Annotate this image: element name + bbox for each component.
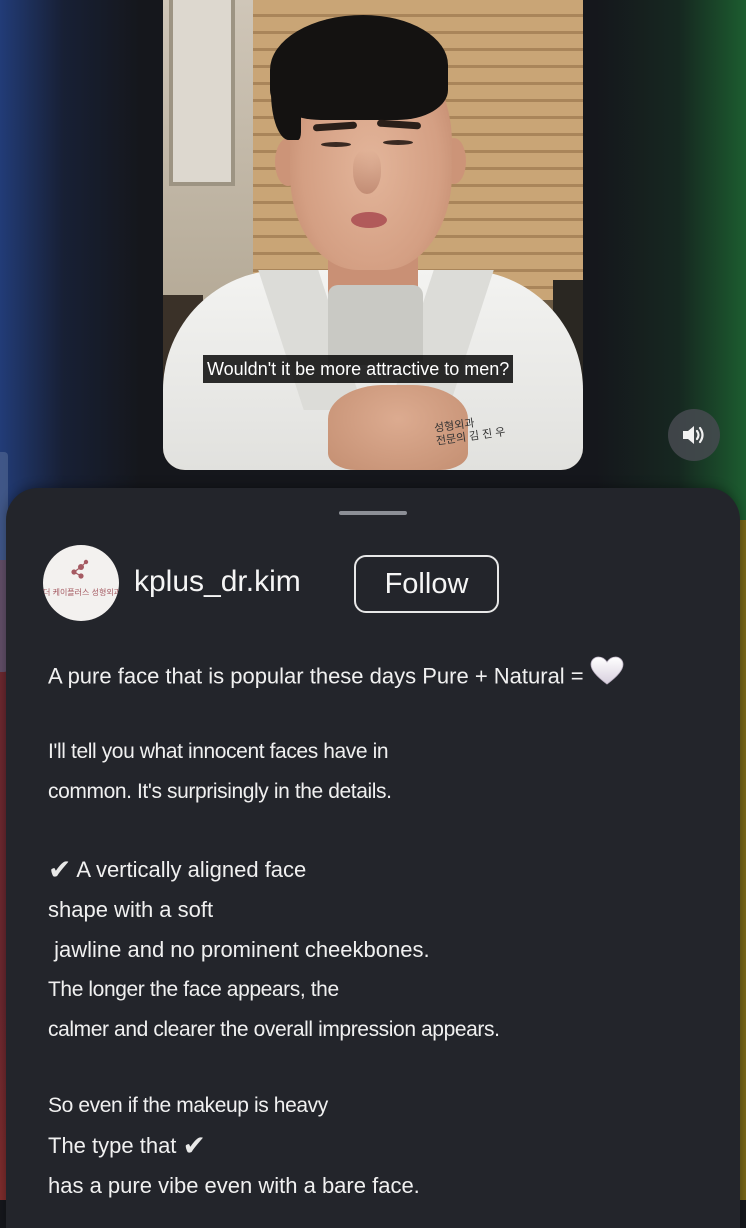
check-mark-icon: ✔ <box>48 854 72 885</box>
volume-icon <box>683 426 704 444</box>
caption-line: has a pure vibe even with a bare face. <box>48 1173 420 1198</box>
caption-line: ✔ A vertically aligned face <box>48 850 688 890</box>
white-heart-icon <box>590 656 624 699</box>
post-caption: A pure face that is popular these days P… <box>48 656 688 1206</box>
ambient-glow-blue <box>0 0 140 560</box>
caption-line: The type that ✔ <box>48 1126 688 1166</box>
sound-toggle-button[interactable] <box>668 409 720 461</box>
username[interactable]: kplus_dr.kim <box>134 564 301 600</box>
avatar-clinic-name: 더 케이플러스 성형외과 <box>43 588 119 597</box>
video-player[interactable]: 성형외과 전문의 김 진 우 Wouldn't it be more attra… <box>163 0 583 470</box>
video-doctor-eye-right <box>383 140 413 145</box>
caption-line: The longer the face appears, the <box>48 978 339 1001</box>
caption-line: jawline and no prominent cheekbones. <box>48 937 430 962</box>
caption-point2-title: The type that <box>48 1133 177 1158</box>
video-subtitle: Wouldn't it be more attractive to men? <box>203 355 514 383</box>
caption-line: shape with a soft <box>48 897 214 922</box>
caption-headline: A pure face that is popular these days P… <box>48 663 584 689</box>
video-doctor-nose <box>353 150 381 194</box>
caption-line: A pure face that is popular these days P… <box>48 656 688 696</box>
sheet-drag-handle[interactable] <box>339 511 407 515</box>
video-doctor-eye-left <box>321 142 351 147</box>
caption-line: common. It's surprisingly in the details… <box>48 780 392 803</box>
caption-point1-title: A vertically aligned face <box>76 857 307 882</box>
caption-line: calmer and clearer the overall impressio… <box>48 1018 500 1041</box>
video-doctor-shirt <box>328 285 423 365</box>
post-details-sheet: 더 케이플러스 성형외과 kplus_dr.kim Follow A pure … <box>6 488 740 1228</box>
check-mark-icon: ✔ <box>182 1130 207 1161</box>
video-doctor-mouth <box>351 212 387 228</box>
follow-button[interactable]: Follow <box>354 555 499 613</box>
video-wall-frame <box>169 0 235 186</box>
avatar[interactable]: 더 케이플러스 성형외과 <box>43 545 119 621</box>
video-frame: 성형외과 전문의 김 진 우 <box>163 0 583 470</box>
caption-line: I'll tell you what innocent faces have i… <box>48 740 389 763</box>
caption-line: So even if the makeup is heavy <box>48 1094 328 1117</box>
